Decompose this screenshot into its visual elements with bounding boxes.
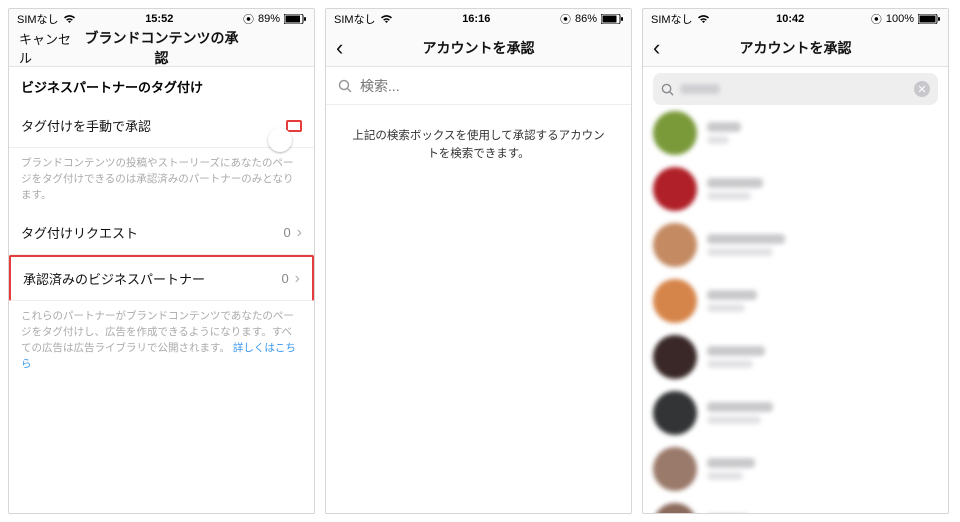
toggle-row-manual-approval: タグ付けを手動で承認 xyxy=(9,104,314,148)
list-item[interactable] xyxy=(653,111,938,155)
nav-title: アカウントを承認 xyxy=(717,38,874,58)
battery-percent: 86% xyxy=(575,13,597,25)
list-item[interactable] xyxy=(653,279,938,323)
help-text-1: ブランドコンテンツの投稿やストーリーズにあなたのページをタグ付けできるのは承認済… xyxy=(9,148,314,211)
list-item[interactable] xyxy=(653,223,938,267)
account-subtitle xyxy=(707,416,761,424)
avatar xyxy=(653,279,697,323)
account-name xyxy=(707,458,755,468)
list-item[interactable] xyxy=(653,447,938,491)
status-bar: SIMなし 15:52 ⦿ 89% xyxy=(9,9,314,29)
carrier-label: SIMなし xyxy=(17,11,59,27)
account-name xyxy=(707,346,765,356)
battery-percent: 89% xyxy=(258,13,280,25)
search-bar: ✕ xyxy=(653,73,938,105)
account-subtitle xyxy=(707,360,753,368)
screen-3-approve-accounts-list: SIMなし 10:42 ⦿ 100% ‹ アカウントを承認 ✕ xyxy=(642,8,949,514)
request-count: 0 xyxy=(283,225,290,240)
avatar xyxy=(653,503,697,513)
account-name xyxy=(707,402,773,412)
account-subtitle xyxy=(707,136,729,144)
wifi-icon xyxy=(697,14,710,24)
account-list xyxy=(643,111,948,513)
orientation-lock-icon: ⦿ xyxy=(243,11,254,27)
nav-bar: ‹ アカウントを承認 xyxy=(326,29,631,67)
cancel-button[interactable]: キャンセル xyxy=(19,29,83,67)
battery-icon xyxy=(284,14,306,24)
clock: 16:16 xyxy=(462,13,490,25)
toggle-label: タグ付けを手動で承認 xyxy=(21,116,151,135)
row-label: タグ付けリクエスト xyxy=(21,223,138,242)
carrier-label: SIMなし xyxy=(334,11,376,27)
avatar xyxy=(653,223,697,267)
help-text-2: これらのパートナーがブランドコンテンツであなたのページをタグ付けし、広告を作成で… xyxy=(9,301,314,380)
account-subtitle xyxy=(707,304,745,312)
list-item[interactable] xyxy=(653,335,938,379)
account-name xyxy=(707,178,763,188)
search-icon xyxy=(661,83,674,96)
list-item[interactable] xyxy=(653,391,938,435)
clock: 15:52 xyxy=(145,13,173,25)
list-item[interactable] xyxy=(653,167,938,211)
battery-icon xyxy=(601,14,623,24)
chevron-right-icon: › xyxy=(297,225,302,241)
nav-bar: キャンセル ブランドコンテンツの承認 xyxy=(9,29,314,67)
screen-2-approve-accounts-search: SIMなし 16:16 ⦿ 86% ‹ アカウントを承認 上記の検索ボックスを使… xyxy=(325,8,632,514)
account-subtitle xyxy=(707,192,751,200)
clock: 10:42 xyxy=(776,13,804,25)
nav-title: アカウントを承認 xyxy=(400,38,557,58)
account-name xyxy=(707,234,785,244)
back-button[interactable]: ‹ xyxy=(336,35,343,60)
nav-title: ブランドコンテンツの承認 xyxy=(83,28,240,68)
account-subtitle xyxy=(707,248,773,256)
battery-percent: 100% xyxy=(886,13,914,25)
search-input[interactable] xyxy=(680,84,720,94)
avatar xyxy=(653,167,697,211)
screen-1-brand-content: SIMなし 15:52 ⦿ 89% キャンセル ブランドコンテンツの承認 ビジネ… xyxy=(8,8,315,514)
empty-state-message: 上記の検索ボックスを使用して承認するアカウントを検索できます。 xyxy=(326,105,631,186)
section-header: ビジネスパートナーのタグ付け xyxy=(9,67,314,104)
search-icon xyxy=(338,79,352,93)
battery-icon xyxy=(918,14,940,24)
avatar xyxy=(653,447,697,491)
account-name xyxy=(707,290,757,300)
account-subtitle xyxy=(707,472,743,480)
row-tag-requests[interactable]: タグ付けリクエスト 0 › xyxy=(9,211,314,255)
row-approved-partners[interactable]: 承認済みのビジネスパートナー 0 › xyxy=(9,255,314,301)
toggle-knob xyxy=(268,128,292,152)
avatar xyxy=(653,391,697,435)
nav-bar: ‹ アカウントを承認 xyxy=(643,29,948,67)
account-name xyxy=(707,122,741,132)
wifi-icon xyxy=(63,14,76,24)
avatar xyxy=(653,111,697,155)
row-label: 承認済みのビジネスパートナー xyxy=(23,269,205,288)
status-bar: SIMなし 10:42 ⦿ 100% xyxy=(643,9,948,29)
avatar xyxy=(653,335,697,379)
back-button[interactable]: ‹ xyxy=(653,35,660,60)
carrier-label: SIMなし xyxy=(651,11,693,27)
status-bar: SIMなし 16:16 ⦿ 86% xyxy=(326,9,631,29)
orientation-lock-icon: ⦿ xyxy=(560,11,571,27)
clear-search-button[interactable]: ✕ xyxy=(914,81,930,97)
search-input[interactable] xyxy=(360,78,619,94)
search-bar xyxy=(326,67,631,105)
wifi-icon xyxy=(380,14,393,24)
orientation-lock-icon: ⦿ xyxy=(871,11,882,27)
approved-count: 0 xyxy=(281,271,288,286)
list-item[interactable] xyxy=(653,503,938,513)
chevron-right-icon: › xyxy=(295,271,300,287)
